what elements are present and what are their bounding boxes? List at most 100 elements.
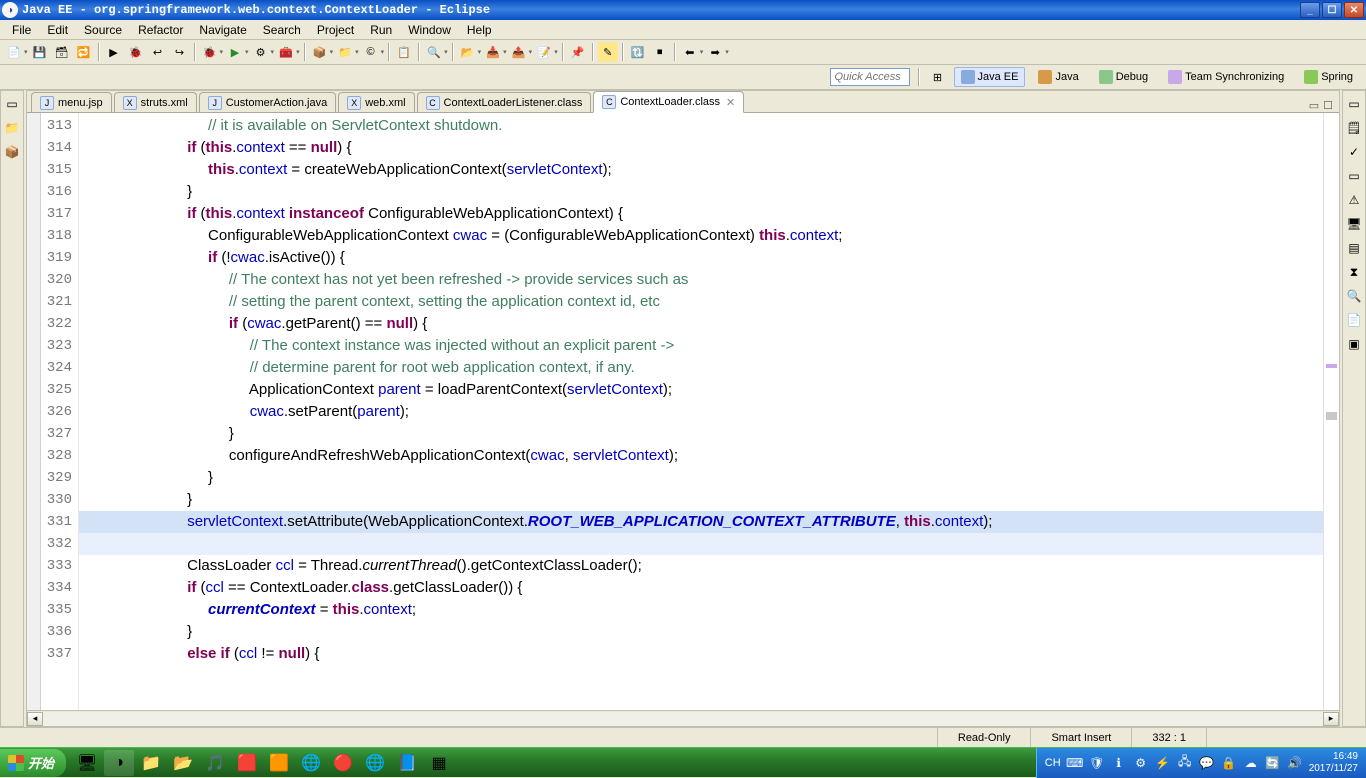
code-line[interactable]: currentContext = this.context;	[79, 599, 1323, 621]
minimize-editor-icon[interactable]: ▭	[1309, 99, 1319, 112]
code-line[interactable]: // setting the parent context, setting t…	[79, 291, 1323, 313]
taskbar-folder-icon[interactable]: 📂	[168, 750, 198, 776]
perspective-java-ee[interactable]: Java EE	[954, 67, 1026, 87]
close-button[interactable]: ✕	[1344, 2, 1364, 18]
start-button[interactable]: 开始	[0, 749, 66, 777]
line-number[interactable]: 317	[41, 203, 78, 225]
code-area[interactable]: // it is available on ServletContext shu…	[79, 113, 1323, 710]
dropdown-icon[interactable]: ▾	[355, 48, 359, 56]
line-number[interactable]: 331	[41, 511, 78, 533]
scroll-track[interactable]	[43, 712, 1323, 726]
restore-view-icon[interactable]: ▭	[1345, 95, 1363, 113]
menu-file[interactable]: File	[4, 21, 39, 39]
line-number[interactable]: 320	[41, 269, 78, 291]
save-all-icon[interactable]: 🗃	[52, 42, 72, 62]
code-line[interactable]: if (ccl == ContextLoader.class.getClassL…	[79, 577, 1323, 599]
menu-help[interactable]: Help	[459, 21, 500, 39]
dropdown-icon[interactable]: ▾	[529, 48, 533, 56]
code-line[interactable]: if (this.context == null) {	[79, 137, 1323, 159]
tab-contextloader[interactable]: CContextLoader.class✕	[593, 91, 744, 113]
code-line[interactable]: this.context = createWebApplicationConte…	[79, 159, 1323, 181]
code-line[interactable]: }	[79, 621, 1323, 643]
tray-security-icon[interactable]: 🔒	[1221, 755, 1237, 771]
dropdown-icon[interactable]: ▾	[478, 48, 482, 56]
tray-info-icon[interactable]: ℹ	[1111, 755, 1127, 771]
ime-indicator[interactable]: CH	[1045, 757, 1061, 769]
taskbar-chrome-icon[interactable]: 🌐	[296, 750, 326, 776]
task-icon[interactable]: 📝	[534, 42, 554, 62]
menu-project[interactable]: Project	[309, 21, 362, 39]
maximize-button[interactable]: ☐	[1322, 2, 1342, 18]
line-number-gutter[interactable]: 3133143153163173183193203213223233243253…	[41, 113, 79, 710]
code-line[interactable]: else if (ccl != null) {	[79, 643, 1323, 665]
highlight-icon[interactable]: ✎	[598, 42, 618, 62]
perspective-debug[interactable]: Debug	[1092, 67, 1155, 87]
taskbar-music-icon[interactable]: 🎵	[200, 750, 230, 776]
package-explorer-icon[interactable]: 📦	[3, 143, 21, 161]
code-line[interactable]: // The context instance was injected wit…	[79, 335, 1323, 357]
relaunch-icon[interactable]: 🔃	[628, 42, 648, 62]
tray-shield-icon[interactable]: 🛡	[1089, 755, 1105, 771]
pin-icon[interactable]: 📌	[568, 42, 588, 62]
new-icon[interactable]: 📄	[4, 42, 24, 62]
code-line[interactable]: configureAndRefreshWebApplicationContext…	[79, 445, 1323, 467]
dropdown-icon[interactable]: ▾	[503, 48, 507, 56]
menu-search[interactable]: Search	[255, 21, 309, 39]
tray-update-icon[interactable]: 🔄	[1265, 755, 1281, 771]
dropdown-icon[interactable]: ▾	[444, 48, 448, 56]
line-number[interactable]: 315	[41, 159, 78, 181]
maximize-editor-icon[interactable]: ☐	[1323, 99, 1333, 112]
tab-web-xml[interactable]: Xweb.xml	[338, 92, 414, 112]
line-number[interactable]: 323	[41, 335, 78, 357]
line-number[interactable]: 329	[41, 467, 78, 489]
taskbar-desktop-icon[interactable]: 🖥	[72, 750, 102, 776]
tray-gear-icon[interactable]: ⚙	[1133, 755, 1149, 771]
code-line[interactable]: ApplicationContext parent = loadParentCo…	[79, 379, 1323, 401]
dropdown-icon[interactable]: ▾	[700, 48, 704, 56]
taskbar-app-icon[interactable]: 🟥	[232, 750, 262, 776]
open-perspective-icon[interactable]: ⊞	[928, 67, 948, 87]
forward-icon[interactable]: ➡	[705, 42, 725, 62]
line-number[interactable]: 313	[41, 115, 78, 137]
line-number[interactable]: 333	[41, 555, 78, 577]
ime-icon[interactable]: ⌨	[1067, 755, 1083, 771]
taskbar-app2-icon[interactable]: ▦	[424, 750, 454, 776]
code-line[interactable]: ConfigurableWebApplicationContext cwac =…	[79, 225, 1323, 247]
quick-access-input[interactable]	[830, 68, 910, 86]
menu-refactor[interactable]: Refactor	[130, 21, 191, 39]
back-icon[interactable]: ⬅	[680, 42, 700, 62]
line-number[interactable]: 328	[41, 445, 78, 467]
overview-mark[interactable]	[1326, 364, 1337, 368]
annotation-ruler[interactable]	[27, 113, 41, 710]
export-icon[interactable]: 📤	[509, 42, 529, 62]
start-server-icon[interactable]: ▶	[104, 42, 124, 62]
tab-contextloaderlistener[interactable]: CContextLoaderListener.class	[417, 92, 592, 112]
line-number[interactable]: 321	[41, 291, 78, 313]
code-line[interactable]: if (!cwac.isActive()) {	[79, 247, 1323, 269]
code-line[interactable]: }	[79, 181, 1323, 203]
redo-icon[interactable]: ↪	[170, 42, 190, 62]
import-icon[interactable]: 📥	[483, 42, 503, 62]
clock[interactable]: 16:49 2017/11/27	[1309, 751, 1358, 775]
line-number[interactable]: 324	[41, 357, 78, 379]
line-number[interactable]: 330	[41, 489, 78, 511]
undo-icon[interactable]: ↩	[148, 42, 168, 62]
perspective-java[interactable]: Java	[1031, 67, 1085, 87]
dropdown-icon[interactable]: ▾	[245, 48, 249, 56]
code-line[interactable]: }	[79, 467, 1323, 489]
tab-menu-jsp[interactable]: Jmenu.jsp	[31, 92, 112, 112]
scroll-right-icon[interactable]: ▸	[1323, 712, 1339, 726]
debug-icon[interactable]: 🐞	[200, 42, 220, 62]
line-number[interactable]: 322	[41, 313, 78, 335]
taskbar-chrome2-icon[interactable]: 🌐	[360, 750, 390, 776]
run-last-icon[interactable]: ⚙	[251, 42, 271, 62]
servers-icon[interactable]: 🖥	[1345, 215, 1363, 233]
line-number[interactable]: 337	[41, 643, 78, 665]
line-number[interactable]: 319	[41, 247, 78, 269]
open-file-icon[interactable]: 📂	[458, 42, 478, 62]
save-icon[interactable]: 💾	[30, 42, 50, 62]
terminal-icon[interactable]: ▣	[1345, 335, 1363, 353]
close-tab-icon[interactable]: ✕	[726, 96, 735, 109]
problems-icon[interactable]: ⚠	[1345, 191, 1363, 209]
search-icon[interactable]: 🔍	[424, 42, 444, 62]
